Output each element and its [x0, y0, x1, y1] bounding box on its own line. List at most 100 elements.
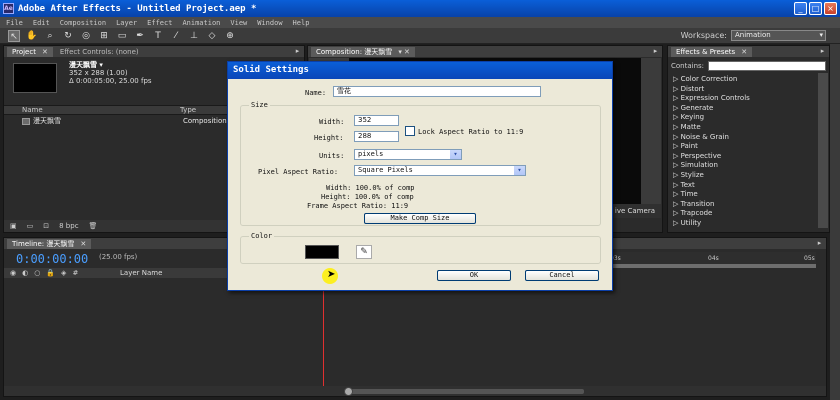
brush-tool-icon[interactable]: ⁄	[170, 30, 182, 42]
pixel-aspect-select[interactable]: Square Pixels ▾	[354, 165, 526, 176]
list-item[interactable]: ▷ Color Correction	[670, 75, 817, 85]
pen-tool-icon[interactable]: ✒	[134, 30, 146, 42]
tab-effect-controls[interactable]: Effect Controls: (none)	[55, 47, 144, 57]
hand-tool-icon[interactable]: ✋	[26, 30, 38, 42]
right-scrollbar[interactable]	[830, 44, 840, 400]
rotate-tool-icon[interactable]: ↻	[62, 30, 74, 42]
menu-layer[interactable]: Layer	[116, 19, 137, 27]
lock-switch-icon[interactable]: 🔒	[46, 269, 55, 277]
list-item[interactable]: ▷ Generate	[670, 104, 817, 114]
dialog-title: Solid Settings	[228, 62, 612, 79]
menu-window[interactable]: Window	[257, 19, 282, 27]
col-layer-name[interactable]: Layer Name	[120, 268, 162, 278]
rectangle-mask-icon[interactable]: ▭	[116, 30, 128, 42]
list-item[interactable]: ▷ Trapcode	[670, 209, 817, 219]
menu-view[interactable]: View	[230, 19, 247, 27]
panel-menu-icon[interactable]: ▸	[818, 47, 827, 56]
list-item[interactable]: ▷ Paint	[670, 142, 817, 152]
dialog-body: Name: 雪花 Size Width: 352 Height: 288 Loc…	[234, 82, 606, 284]
fps-label: (25.00 fps)	[99, 253, 138, 261]
workspace-label: Workspace:	[680, 31, 727, 40]
height-field[interactable]: 288	[354, 131, 399, 142]
playhead[interactable]	[323, 290, 324, 386]
bit-depth-label[interactable]: 8 bpc	[59, 222, 78, 230]
list-item[interactable]: ▷ Time	[670, 190, 817, 200]
panel-menu-icon[interactable]: ▸	[651, 47, 660, 56]
workspace-select[interactable]: Animation	[731, 30, 826, 41]
close-tab-icon[interactable]: ✕	[741, 48, 747, 56]
interpret-footage-icon[interactable]: ▣	[10, 222, 17, 230]
col-name[interactable]: Name	[22, 106, 162, 114]
menu-edit[interactable]: Edit	[33, 19, 50, 27]
list-item[interactable]: ▷ Keying	[670, 113, 817, 123]
selection-tool-icon[interactable]: ↖	[8, 29, 20, 42]
clone-stamp-icon[interactable]: ⊥	[188, 30, 200, 42]
pan-behind-icon[interactable]: ⊞	[98, 30, 110, 42]
eyedropper-icon[interactable]: ✎	[356, 245, 372, 259]
list-item[interactable]: ▷ Transition	[670, 200, 817, 210]
list-item[interactable]: ▷ Simulation	[670, 161, 817, 171]
color-swatch[interactable]	[305, 245, 339, 259]
list-item[interactable]: ▷ Noise & Grain	[670, 133, 817, 143]
zoom-tool-icon[interactable]: ⌕	[44, 30, 56, 42]
tab-timeline[interactable]: Timeline: 漫天飘雪 ✕	[7, 239, 92, 249]
menu-file[interactable]: File	[6, 19, 23, 27]
window-controls: _ □ ×	[794, 2, 837, 15]
close-button[interactable]: ×	[824, 2, 837, 15]
current-time-display[interactable]: 0:00:00:00	[16, 252, 88, 266]
solo-switch-icon[interactable]: ○	[34, 269, 40, 277]
panel-menu-icon[interactable]: ▸	[293, 47, 302, 56]
video-switch-icon[interactable]: ◉	[10, 269, 16, 277]
list-item[interactable]: ▷ Distort	[670, 85, 817, 95]
chevron-down-icon[interactable]: ▾	[450, 150, 461, 159]
list-item[interactable]: ▷ Expression Controls	[670, 94, 817, 104]
contains-input[interactable]	[708, 60, 826, 71]
maximize-button[interactable]: □	[809, 2, 822, 15]
info-frame-aspect: Frame Aspect Ratio: 11:9	[307, 202, 409, 210]
lock-aspect-label[interactable]: Lock Aspect Ratio to 11:9	[418, 128, 523, 136]
make-comp-size-button[interactable]: Make Comp Size	[364, 213, 476, 224]
list-item[interactable]: ▷ Utility	[670, 219, 817, 229]
minimize-button[interactable]: _	[794, 2, 807, 15]
close-tab-icon[interactable]: ✕	[42, 48, 48, 56]
list-item[interactable]: ▷ Stylize	[670, 171, 817, 181]
project-item-info: 漫天飘雪 ▾ 352 x 288 (1.00) Δ 0:00:05:00, 25…	[69, 61, 152, 85]
effects-scrollbar[interactable]	[818, 73, 828, 228]
number-icon[interactable]: #	[72, 269, 78, 277]
list-item[interactable]: ▷ Perspective	[670, 152, 817, 162]
solid-settings-dialog: Solid Settings Name: 雪花 Size Width: 352 …	[227, 61, 613, 291]
ok-button[interactable]: OK	[437, 270, 511, 281]
eraser-tool-icon[interactable]: ◇	[206, 30, 218, 42]
menu-effect[interactable]: Effect	[147, 19, 172, 27]
width-field[interactable]: 352	[354, 115, 399, 126]
close-tab-icon[interactable]: ✕	[80, 240, 86, 248]
axis-mode-icon[interactable]: ⊕	[224, 30, 236, 42]
panel-menu-icon[interactable]: ▸	[815, 239, 824, 248]
type-tool-icon[interactable]: T	[152, 30, 164, 42]
list-item[interactable]: ▷ Text	[670, 181, 817, 191]
zoom-slider[interactable]	[344, 387, 584, 396]
item-name[interactable]: 漫天飘雪 ▾	[69, 61, 152, 69]
new-comp-icon[interactable]: ⊡	[43, 222, 49, 230]
audio-switch-icon[interactable]: ◐	[22, 269, 28, 277]
tab-composition[interactable]: Composition: 漫天飘雪 ▾ ✕	[311, 47, 415, 57]
zoom-slider-knob[interactable]	[344, 387, 353, 396]
menu-animation[interactable]: Animation	[182, 19, 220, 27]
cancel-button[interactable]: Cancel	[525, 270, 599, 281]
menu-help[interactable]: Help	[293, 19, 310, 27]
camera-view-select[interactable]: ive Camera	[608, 204, 661, 218]
orbit-camera-icon[interactable]: ◎	[80, 30, 92, 42]
lock-aspect-checkbox[interactable]	[405, 126, 415, 136]
list-item[interactable]: ▷ Matte	[670, 123, 817, 133]
chevron-down-icon[interactable]: ▾	[514, 166, 525, 175]
comp-dropdown-icon[interactable]: ▾ ✕	[398, 48, 410, 56]
tab-effects-presets[interactable]: Effects & Presets ✕	[671, 47, 753, 57]
tab-project[interactable]: Project ✕	[7, 47, 53, 57]
trash-icon[interactable]: 🗑	[89, 222, 98, 230]
label-icon[interactable]: ◈	[61, 269, 66, 277]
name-field[interactable]: 雪花	[333, 86, 541, 97]
menu-composition[interactable]: Composition	[60, 19, 106, 27]
col-type[interactable]: Type	[180, 106, 196, 114]
new-folder-icon[interactable]: ▭	[27, 222, 34, 230]
units-select[interactable]: pixels ▾	[354, 149, 462, 160]
